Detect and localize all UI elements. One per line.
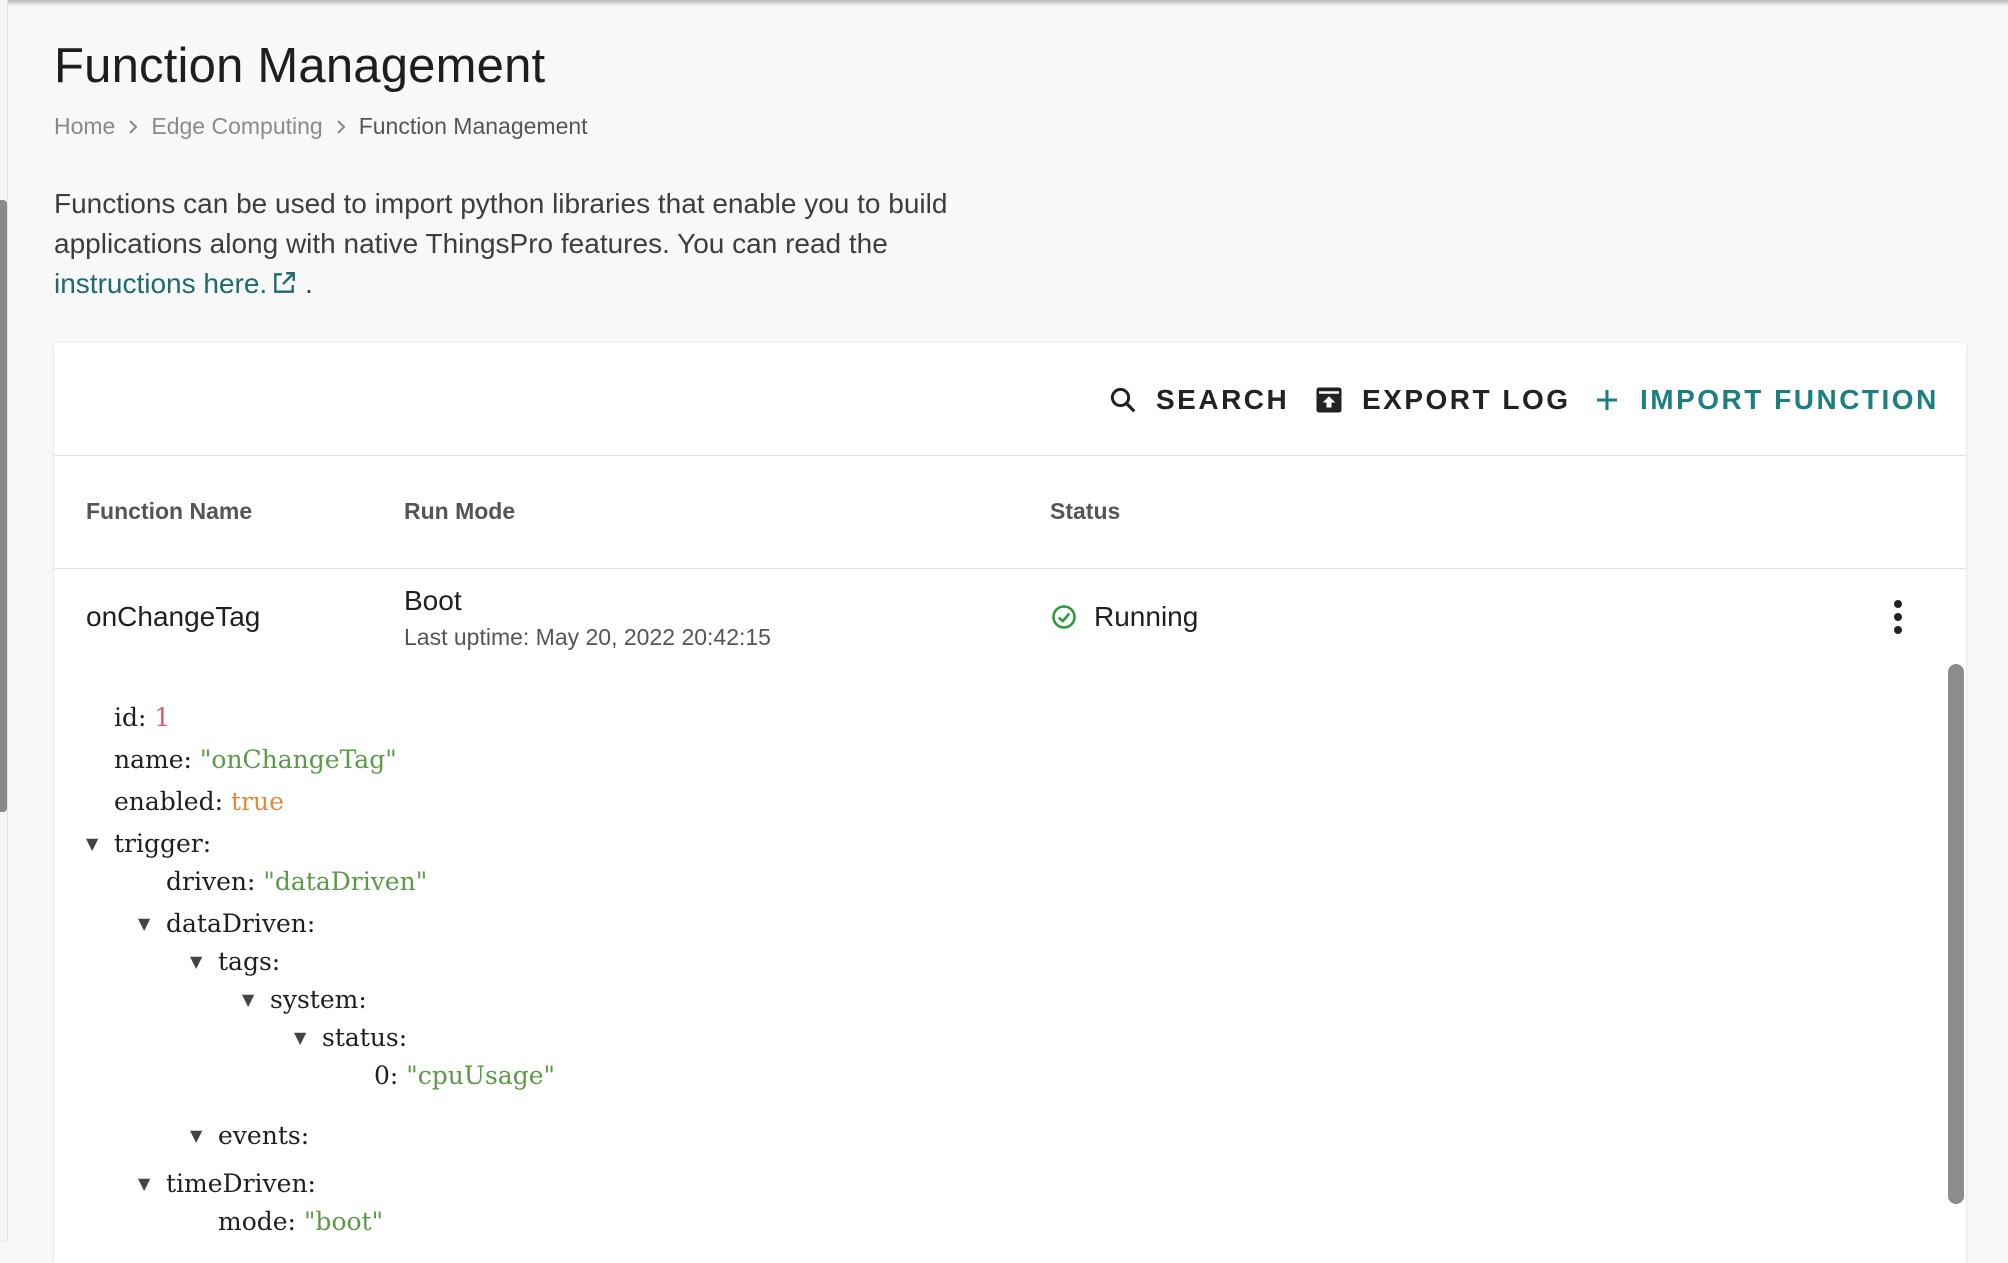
collapse-triangle-icon[interactable]: ▼ (190, 952, 202, 971)
collapse-triangle-icon[interactable]: ▼ (294, 1028, 306, 1047)
collapse-triangle-icon[interactable]: ▼ (138, 1174, 150, 1193)
json-line-timedriven: timeDriven: (166, 1169, 316, 1198)
search-icon (1108, 385, 1138, 415)
json-line-tags: tags: (218, 947, 281, 976)
description-line-2: applications along with native ThingsPro… (54, 228, 888, 259)
search-label: SEARCH (1156, 384, 1290, 415)
json-line-zero: 0: "cpuUsage" (374, 1061, 556, 1090)
archive-upload-icon (1314, 385, 1344, 415)
top-shadow (0, 0, 2008, 6)
plus-icon (1592, 385, 1622, 415)
import-function-label: IMPORT FUNCTION (1640, 384, 1939, 415)
functions-card: SEARCH EXPORT LOG IMPORT FUNCTION Functi… (54, 343, 1966, 1263)
table-header: Function Name Run Mode Status (54, 456, 1966, 569)
external-link-icon[interactable] (271, 267, 297, 307)
json-line-driven: driven: "dataDriven" (166, 867, 428, 896)
column-status[interactable]: Status (1050, 498, 1120, 525)
json-line-name: name: "onChangeTag" (114, 745, 397, 774)
description-line-1: Functions can be used to import python l… (54, 188, 948, 219)
page-title: Function Management (54, 39, 546, 93)
breadcrumb-current: Function Management (358, 113, 588, 139)
breadcrumb-home[interactable]: Home (54, 113, 115, 140)
status-badge: Running (1050, 601, 1198, 633)
breadcrumb: Home Edge Computing Function Management (54, 113, 588, 140)
json-line-mode: mode: "boot" (218, 1207, 384, 1236)
chevron-right-icon (127, 119, 139, 135)
json-line-status: status: (322, 1023, 408, 1052)
collapse-triangle-icon[interactable]: ▼ (86, 834, 98, 853)
breadcrumb-edge-computing[interactable]: Edge Computing (151, 113, 322, 140)
json-line-trigger: trigger: (114, 829, 212, 858)
instructions-link-text[interactable]: instructions here. (54, 268, 267, 299)
collapse-triangle-icon[interactable]: ▼ (138, 914, 150, 933)
vertical-scrollbar-thumb[interactable] (1948, 664, 1964, 1204)
json-line-datadriven: dataDriven: (166, 909, 316, 938)
more-options-button[interactable] (1878, 595, 1918, 643)
description-suffix: . (297, 268, 313, 299)
column-run-mode[interactable]: Run Mode (404, 498, 515, 525)
toolbar: SEARCH EXPORT LOG IMPORT FUNCTION (54, 343, 1966, 456)
json-line-system: system: (270, 985, 367, 1014)
column-function-name[interactable]: Function Name (86, 498, 252, 525)
json-line-enabled: enabled: true (114, 787, 284, 816)
collapse-triangle-icon[interactable]: ▼ (242, 990, 254, 1009)
search-button[interactable]: SEARCH (1108, 380, 1289, 420)
run-mode: Boot (404, 585, 462, 616)
export-log-label: EXPORT LOG (1362, 384, 1571, 415)
chevron-right-icon (335, 119, 347, 135)
json-line-id: id: 1 (114, 703, 171, 732)
json-line-events: events: (218, 1121, 310, 1150)
function-name: onChangeTag (86, 601, 261, 632)
export-log-button[interactable]: EXPORT LOG (1314, 380, 1571, 420)
table-row[interactable]: onChangeTag Boot Last uptime: May 20, 20… (54, 569, 1966, 669)
instructions-link[interactable]: instructions here. (54, 268, 297, 299)
import-function-button[interactable]: IMPORT FUNCTION (1592, 380, 1939, 420)
collapse-triangle-icon[interactable]: ▼ (190, 1126, 202, 1145)
last-uptime: Last uptime: May 20, 2022 20:42:15 (404, 624, 771, 650)
check-circle-icon (1050, 603, 1078, 631)
status-text: Running (1094, 601, 1199, 632)
page-description: Functions can be used to import python l… (54, 184, 1054, 307)
more-vert-icon (1892, 599, 1904, 640)
left-scrollbar-thumb[interactable] (0, 200, 7, 812)
